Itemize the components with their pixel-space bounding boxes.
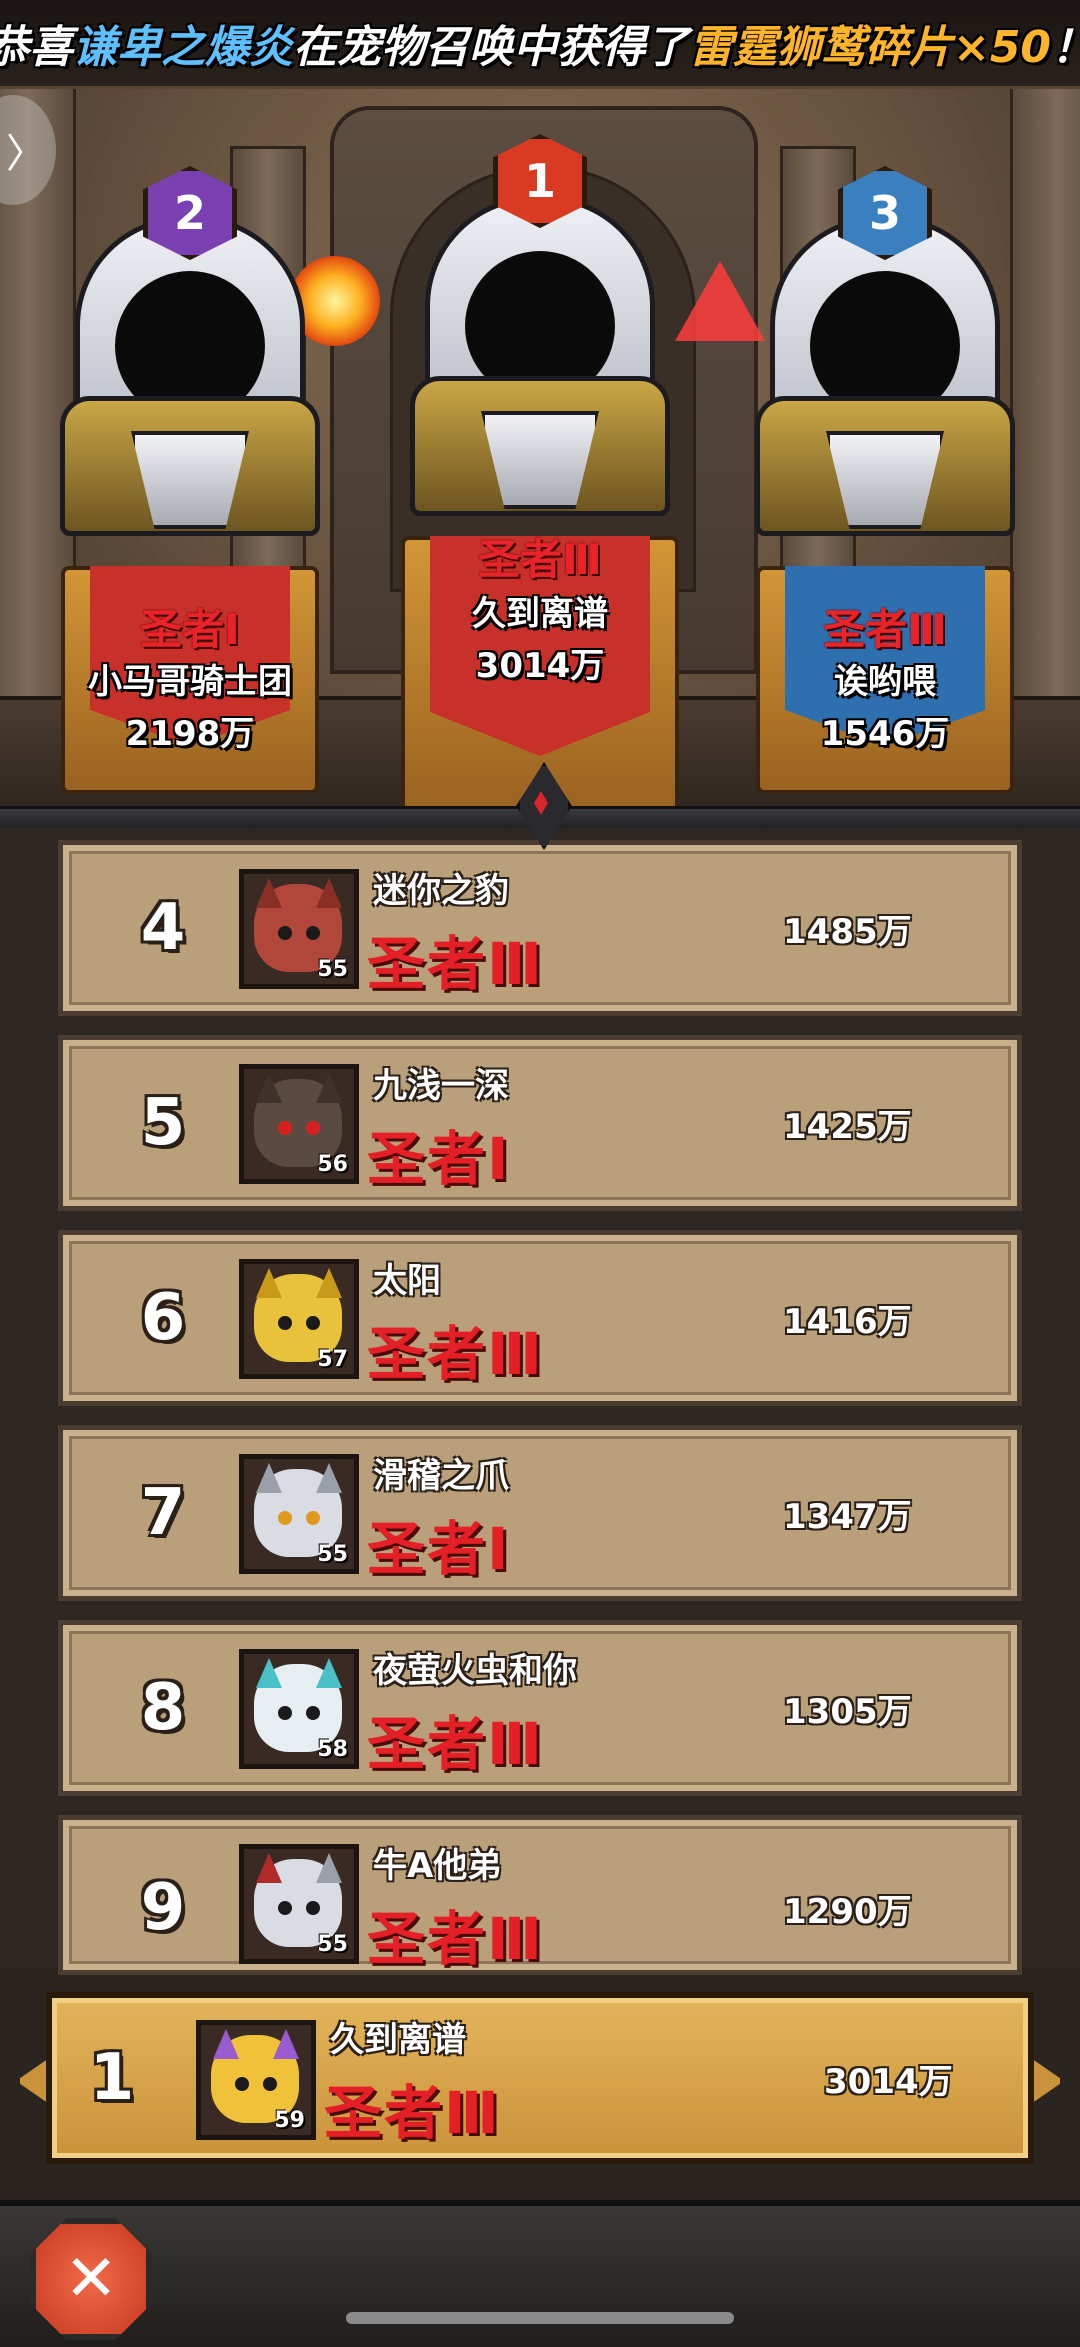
player-level: 55 [317,1932,348,1957]
podium-title: 圣者Ⅲ [478,535,602,584]
podium-title: 圣者Ⅰ [140,605,240,654]
bottom-bar [0,2200,1080,2347]
podium-player-name: 诶哟喂 [834,662,936,702]
podium-second[interactable]: 2 圣者Ⅰ 小马哥骑士团 2198万 [40,126,340,816]
podium-score: 3014万 [475,646,605,686]
ranking-row[interactable]: 9 55 牛A他弟 圣者Ⅲ 1290万 [58,1815,1022,1975]
player-level: 57 [317,1347,348,1372]
banner-prefix: 恭喜 [0,22,73,73]
my-player-name: 久到离谱 [330,2020,466,2060]
player-avatar: 57 [239,1259,359,1379]
podium-title: 圣者Ⅲ [823,605,947,654]
player-score: 1305万 [783,1691,912,1732]
my-level: 59 [274,2108,305,2133]
my-avatar: 59 [196,2020,316,2140]
player-title: 圣者Ⅲ [367,930,544,998]
player-name: 九浅一深 [373,1066,509,1106]
player-title: 圣者Ⅰ [367,1125,511,1193]
podium-third[interactable]: 3 圣者Ⅲ 诶哟喂 1546万 [735,126,1035,816]
hero-avatar [40,216,340,536]
ranking-list[interactable]: 4 55 迷你之豹 圣者Ⅲ 1485万 5 56 九浅一深 圣者Ⅰ 1425万 … [0,828,1080,1975]
player-score: 1425万 [783,1106,912,1147]
player-level: 56 [317,1152,348,1177]
player-level: 55 [317,1542,348,1567]
player-name: 牛A他弟 [373,1846,502,1886]
podium-scene: 2 圣者Ⅰ 小马哥骑士团 2198万 1 圣者Ⅲ 久到离谱 3014万 3 圣者… [0,86,1080,820]
close-button[interactable]: ✕ [30,2218,152,2340]
hero-avatar [735,216,1035,536]
rank-number: 7 [140,1476,186,1550]
banner-suffix: ！ [1051,11,1080,75]
player-level: 58 [317,1737,348,1762]
player-score: 1347万 [783,1496,912,1537]
ranking-row[interactable]: 7 55 滑稽之爪 圣者Ⅰ 1347万 [58,1425,1022,1601]
player-score: 1416万 [783,1301,912,1342]
rank-number: 9 [140,1871,186,1945]
player-title: 圣者Ⅲ [367,1320,544,1388]
player-avatar: 55 [239,869,359,989]
my-score: 3014万 [824,2061,953,2102]
player-score: 1290万 [783,1891,912,1932]
podium-player-name: 久到离谱 [472,594,608,634]
player-title: 圣者Ⅲ [367,1905,544,1973]
player-title: 圣者Ⅲ [367,1710,544,1778]
player-avatar: 55 [239,1844,359,1964]
player-avatar: 58 [239,1649,359,1769]
close-icon: ✕ [64,2242,118,2316]
rank-number: 6 [140,1281,186,1355]
player-name: 夜萤火虫和你 [373,1651,577,1691]
player-name: 滑稽之爪 [373,1456,509,1496]
player-avatar: 56 [239,1064,359,1184]
podium-score: 2198万 [125,714,255,754]
my-rank-number: 1 [89,2041,135,2115]
podium-player-name: 小马哥骑士团 [88,662,292,702]
rank-number: 8 [140,1671,186,1745]
player-title: 圣者Ⅰ [367,1515,511,1583]
ranking-row[interactable]: 6 57 太阳 圣者Ⅲ 1416万 [58,1230,1022,1406]
announcement-banner: 恭喜谦卑之爆炎在宠物召唤中获得了雷霆狮鹫碎片×50！ [0,0,1080,89]
podium-score: 1546万 [820,714,950,754]
home-indicator[interactable] [346,2312,734,2324]
rank-number: 4 [140,891,186,965]
ranking-row[interactable]: 8 58 夜萤火虫和你 圣者Ⅲ 1305万 [58,1620,1022,1796]
banner-player-name: 谦卑之爆炎 [72,22,293,73]
player-level: 55 [317,957,348,982]
player-avatar: 55 [239,1454,359,1574]
podium-first[interactable]: 1 圣者Ⅲ 久到离谱 3014万 [385,86,695,816]
player-name: 迷你之豹 [373,871,509,911]
banner-middle: 在宠物召唤中获得了 [292,22,689,73]
player-name: 太阳 [373,1261,441,1301]
rank-number: 5 [140,1086,186,1160]
chevron-right-icon: 〉 [6,131,46,177]
my-ranking-row[interactable]: 1 59 久到离谱 圣者Ⅲ 3014万 [46,1992,1034,2164]
hero-avatar [390,196,690,516]
banner-item-name: 雷霆狮鹫碎片×50 [688,22,1052,73]
ranking-row[interactable]: 5 56 九浅一深 圣者Ⅰ 1425万 [58,1035,1022,1211]
player-score: 1485万 [783,911,912,952]
my-title: 圣者Ⅲ [324,2079,501,2147]
ranking-row[interactable]: 4 55 迷你之豹 圣者Ⅲ 1485万 [58,840,1022,1016]
